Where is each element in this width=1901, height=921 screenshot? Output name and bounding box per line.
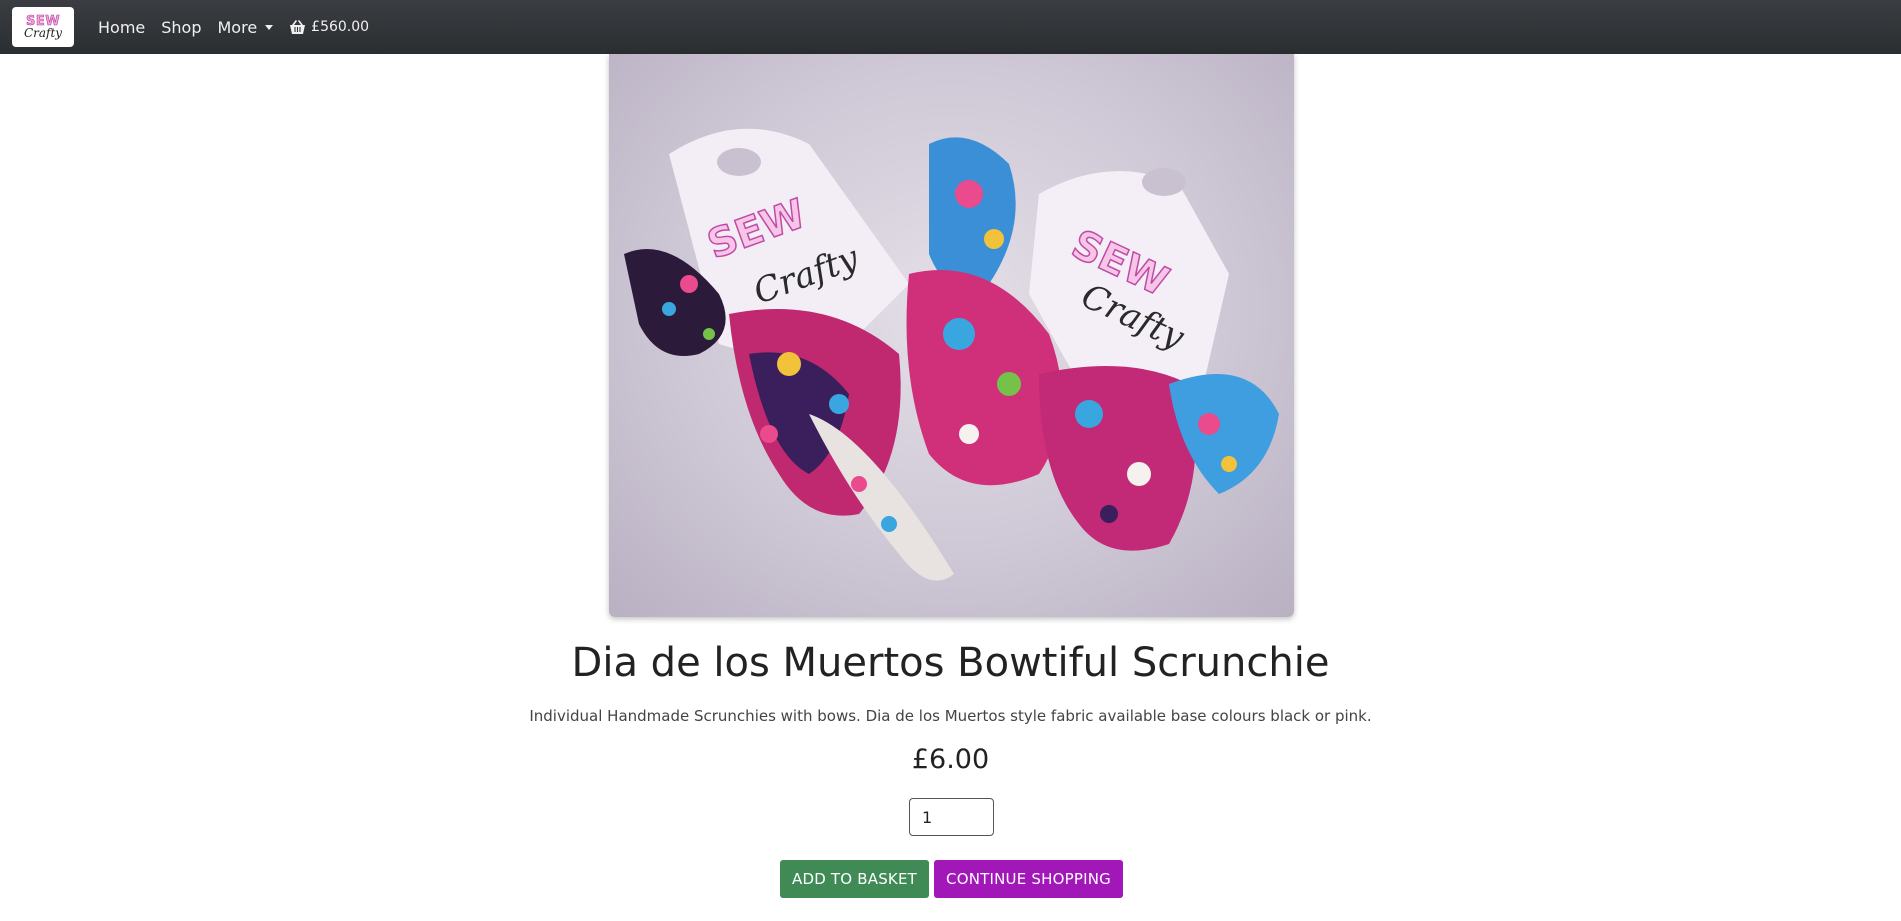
logo-crafty-text: Crafty [23, 26, 63, 40]
product-price: £6.00 [911, 744, 990, 775]
nav-more-label: More [217, 17, 258, 37]
continue-shopping-button[interactable]: CONTINUE SHOPPING [934, 860, 1123, 898]
nav-shop-link[interactable]: Shop [161, 18, 201, 37]
brand-logo[interactable]: SEW Crafty [12, 7, 74, 47]
quantity-input[interactable] [909, 798, 994, 836]
product-image: SEW Crafty SEW Crafty [609, 54, 1294, 617]
navbar: SEW Crafty Home Shop More £560.00 [0, 0, 1901, 54]
basket-total: £560.00 [311, 19, 370, 35]
caret-down-icon [265, 24, 274, 30]
add-to-basket-button[interactable]: ADD TO BASKET [780, 860, 929, 898]
basket-icon [290, 19, 306, 34]
product-description: Individual Handmade Scrunchies with bows… [529, 707, 1372, 725]
nav-more-dropdown[interactable]: More [218, 18, 274, 37]
product-title: Dia de los Muertos Bowtiful Scrunchie [571, 640, 1330, 686]
basket-link[interactable]: £560.00 [289, 19, 369, 35]
nav-home-link[interactable]: Home [98, 18, 145, 37]
